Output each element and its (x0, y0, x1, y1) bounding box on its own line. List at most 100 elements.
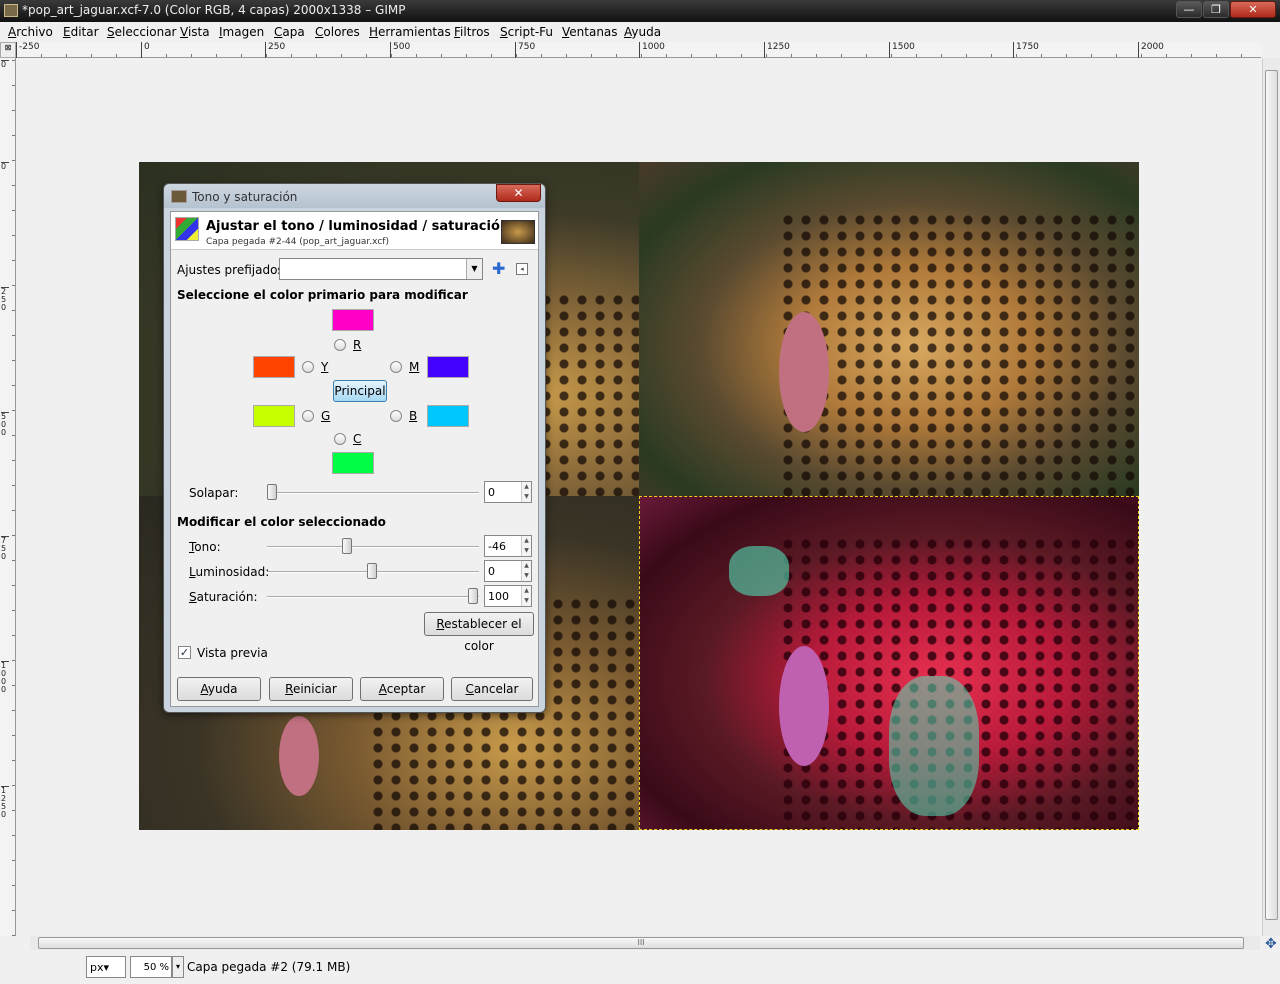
dialog-title: Tono y saturación (192, 190, 298, 204)
radio-magenta-label: M (409, 360, 420, 374)
hue-slider-handle[interactable] (342, 538, 352, 554)
navigate-icon[interactable]: ✥ (1265, 936, 1277, 952)
spin-arrows-icon[interactable]: ▲ ▼ (521, 561, 531, 581)
menu-colores[interactable]: Colores (315, 25, 360, 39)
saturation-slider[interactable] (267, 596, 479, 598)
overlap-spinbutton[interactable]: 0 ▲ ▼ (484, 481, 532, 503)
horizontal-ruler[interactable]: -250 0 250 500 750 1000 1250 1500 1750 2… (16, 42, 1261, 58)
swatch-blue (427, 405, 469, 427)
menu-bar: Archivo Editar Seleccionar Vista Imagen … (0, 22, 1280, 42)
ruler-tick: 2000 (1138, 42, 1164, 58)
principal-button[interactable]: Principal (333, 380, 387, 402)
ok-button[interactable]: Aceptar (360, 677, 444, 701)
hue-slider[interactable] (267, 546, 479, 548)
menu-capa[interactable]: Capa (274, 25, 305, 39)
vertical-ruler[interactable]: 0 0 250 500 750 1000 1250 (0, 58, 16, 936)
select-color-heading: Seleccione el color primario para modifi… (177, 288, 468, 302)
dialog-icon (171, 190, 187, 203)
scroll-thumb[interactable] (1265, 70, 1278, 920)
window-title: *pop_art_jaguar.xcf-7.0 (Color RGB, 4 ca… (22, 3, 406, 17)
overlap-slider-handle[interactable] (267, 484, 277, 500)
menu-script-fu[interactable]: Script-Fu (500, 25, 553, 39)
hue-spinbutton[interactable]: -46 ▲ ▼ (484, 535, 532, 557)
presets-label: Ajustes prefijados: (177, 263, 288, 277)
help-button[interactable]: Ayuda (177, 677, 261, 701)
ruler-tick: 250 (265, 42, 285, 58)
preset-menu-icon[interactable]: ◂ (516, 263, 528, 275)
reset-color-button[interactable]: Restablecer el color (424, 612, 534, 653)
menu-imagen[interactable]: Imagen (219, 25, 264, 39)
ruler-tick: 0 (1, 162, 9, 171)
menu-filtros[interactable]: Filtros (454, 25, 490, 39)
layer-boundary (639, 496, 1139, 830)
radio-green[interactable] (302, 410, 314, 422)
ruler-tick: 1750 (1013, 42, 1039, 58)
ruler-tick: 1000 (1, 661, 9, 694)
menu-archivo[interactable]: Archivo (8, 25, 53, 39)
scroll-thumb[interactable]: III (38, 937, 1244, 949)
radio-magenta[interactable] (390, 361, 402, 373)
spin-arrows-icon[interactable]: ▲ ▼ (521, 536, 531, 556)
dialog-header-subtitle: Capa pegada #2-44 (pop_art_jaguar.xcf) (206, 237, 389, 247)
menu-seleccionar[interactable]: Seleccionar (107, 25, 177, 39)
add-preset-icon[interactable]: ✚ (492, 259, 505, 278)
hue-label: Tono: (189, 540, 221, 554)
menu-ayuda[interactable]: Ayuda (624, 25, 661, 39)
radio-yellow[interactable] (302, 361, 314, 373)
preview-checkbox[interactable]: ✓ (178, 646, 191, 659)
chevron-down-icon[interactable]: ▼ (466, 259, 482, 279)
menu-editar[interactable]: Editar (63, 25, 99, 39)
radio-cyan-label: C (353, 432, 362, 446)
overlap-label: Solapar: (189, 486, 239, 500)
dialog-close-button[interactable]: ✕ (496, 184, 541, 202)
presets-combo[interactable]: ▼ (279, 258, 483, 280)
ruler-tick: 0 (141, 42, 150, 58)
layer-info: Capa pegada #2 (79.1 MB) (187, 960, 351, 974)
unit-select[interactable]: px▾ (86, 956, 126, 978)
modify-heading: Modificar el color seleccionado (177, 515, 386, 529)
vertical-scrollbar[interactable] (1262, 58, 1280, 936)
window-title-bar: *pop_art_jaguar.xcf-7.0 (Color RGB, 4 ca… (0, 0, 1280, 22)
menu-ventanas[interactable]: Ventanas (562, 25, 618, 39)
minimize-button[interactable]: — (1176, 1, 1202, 18)
swatch-magenta (427, 356, 469, 378)
cancel-button[interactable]: Cancelar (451, 677, 533, 701)
hue-saturation-icon (175, 217, 199, 241)
ruler-tick: 750 (515, 42, 535, 58)
radio-cyan[interactable] (334, 433, 346, 445)
close-window-button[interactable]: ✕ (1230, 1, 1276, 18)
menu-herramientas[interactable]: Herramientas (369, 25, 451, 39)
zoom-input[interactable]: 50 % (130, 956, 172, 978)
layer-thumbnail (501, 220, 535, 244)
overlap-value: 0 (488, 486, 495, 499)
dialog-header-title: Ajustar el tono / luminosidad / saturaci… (206, 219, 510, 234)
horizontal-scrollbar[interactable]: III (30, 936, 1260, 950)
radio-blue[interactable] (390, 410, 402, 422)
quick-mask-toggle[interactable]: ⊠ (0, 42, 16, 58)
saturation-value: 100 (488, 590, 509, 603)
gimp-icon (4, 4, 18, 17)
hue-value: -46 (488, 540, 506, 553)
lightness-value: 0 (488, 565, 495, 578)
lightness-label: Luminosidad: (189, 565, 270, 579)
lightness-slider-handle[interactable] (367, 563, 377, 579)
lightness-spinbutton[interactable]: 0 ▲ ▼ (484, 560, 532, 582)
saturation-label: Saturación: (189, 590, 258, 604)
ruler-tick: 500 (390, 42, 410, 58)
reset-button[interactable]: Reiniciar (269, 677, 353, 701)
dialog-header: Ajustar el tono / luminosidad / saturaci… (171, 212, 538, 250)
radio-green-label: G (321, 409, 331, 423)
maximize-button[interactable]: ❐ (1203, 1, 1229, 18)
status-bar: px▾ 50 % ▾ Capa pegada #2 (79.1 MB) (0, 952, 1280, 984)
zoom-dropdown[interactable]: ▾ (172, 956, 184, 978)
jaguar-quadrant-top-right (639, 162, 1139, 496)
dialog-title-bar[interactable]: Tono y saturación ✕ (164, 184, 545, 208)
spin-arrows-icon[interactable]: ▲ ▼ (521, 482, 531, 502)
saturation-slider-handle[interactable] (468, 588, 478, 604)
radio-red[interactable] (334, 339, 346, 351)
overlap-slider[interactable] (267, 492, 479, 494)
saturation-spinbutton[interactable]: 100 ▲ ▼ (484, 585, 532, 607)
spin-arrows-icon[interactable]: ▲ ▼ (521, 586, 531, 606)
menu-vista[interactable]: Vista (180, 25, 210, 39)
ruler-tick: 1500 (889, 42, 915, 58)
